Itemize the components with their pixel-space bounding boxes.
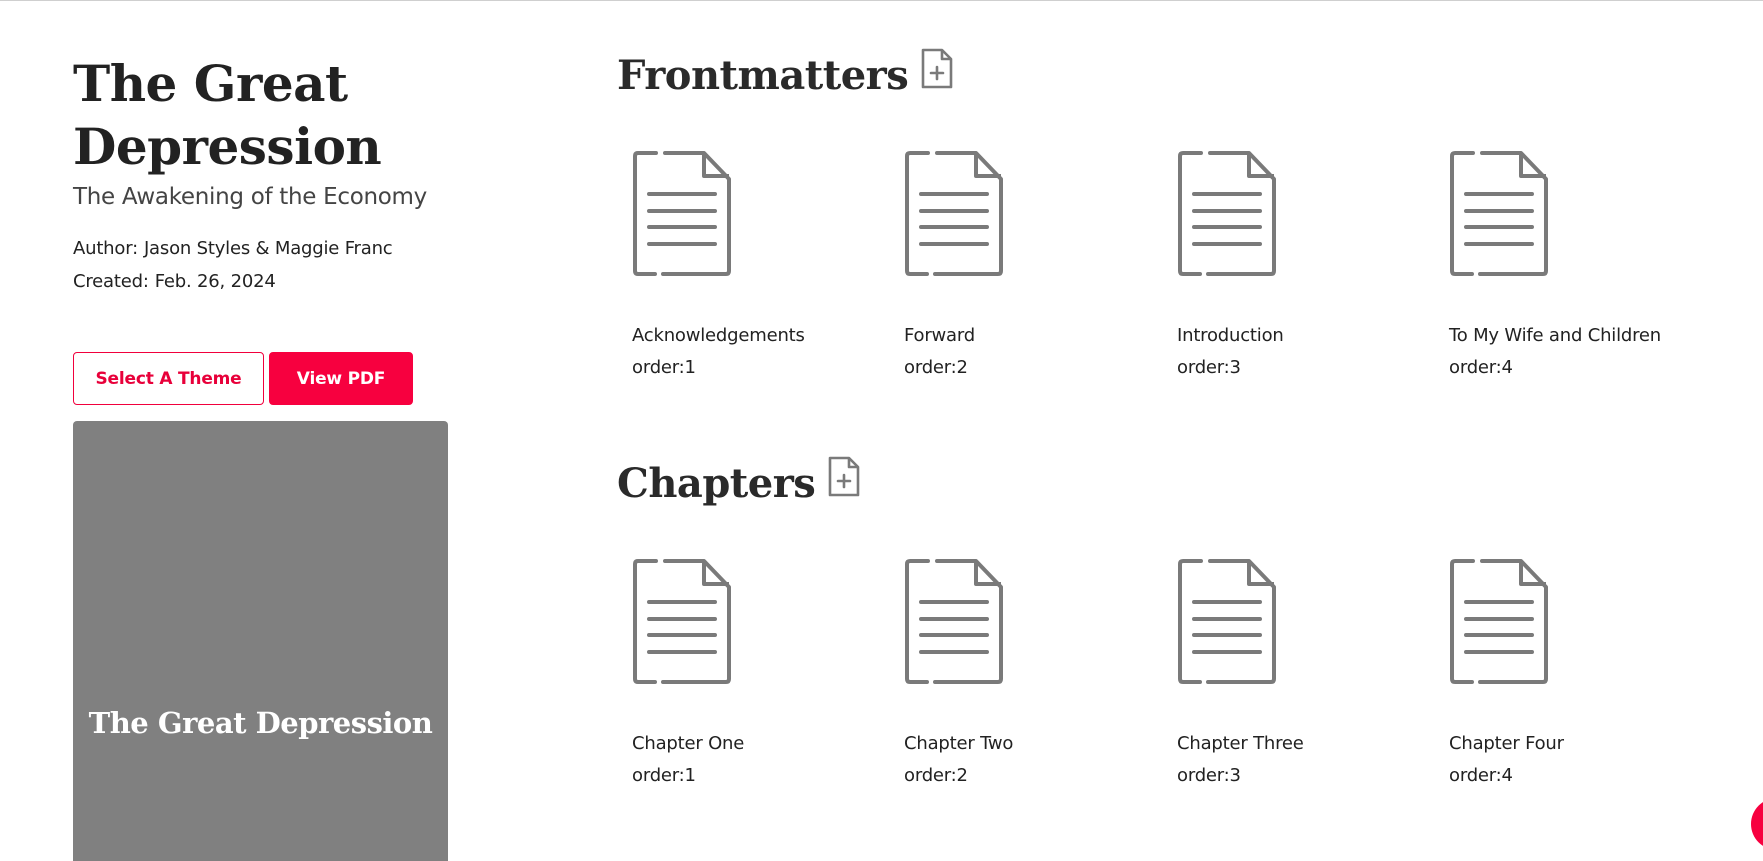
action-buttons: Select A Theme View PDF bbox=[73, 352, 413, 405]
frontmatter-item[interactable]: Forward order:2 bbox=[904, 150, 1154, 378]
item-name: Chapter Three bbox=[1177, 733, 1304, 754]
item-name: Introduction bbox=[1177, 325, 1284, 346]
document-icon bbox=[905, 559, 1003, 684]
item-name: Chapter Two bbox=[904, 733, 1014, 754]
item-order: order:1 bbox=[632, 357, 696, 378]
author-line: Author: Jason Styles & Maggie Franc bbox=[73, 232, 473, 265]
chapter-item[interactable]: Chapter Three order:3 bbox=[1177, 558, 1427, 786]
top-divider bbox=[0, 0, 1763, 1]
book-title: The Great Depression bbox=[73, 54, 382, 176]
select-theme-button[interactable]: Select A Theme bbox=[73, 352, 264, 405]
book-meta: Author: Jason Styles & Maggie Franc Creat… bbox=[73, 232, 473, 298]
item-name: Chapter Four bbox=[1449, 733, 1564, 754]
frontmatter-item[interactable]: Acknowledgements order:1 bbox=[632, 150, 882, 378]
item-name: Acknowledgements bbox=[632, 325, 805, 346]
floating-action-button[interactable] bbox=[1751, 798, 1763, 850]
item-order: order:4 bbox=[1449, 765, 1513, 786]
document-icon bbox=[633, 559, 731, 684]
item-order: order:1 bbox=[632, 765, 696, 786]
author-value: Jason Styles & Maggie Franc bbox=[143, 238, 393, 259]
book-subtitle: The Awakening of the Economy bbox=[73, 184, 427, 210]
frontmatters-title: Frontmatters bbox=[617, 52, 909, 99]
document-icon bbox=[905, 151, 1003, 276]
created-label: Created: bbox=[73, 271, 149, 292]
document-icon bbox=[633, 151, 731, 276]
chapters-title: Chapters bbox=[617, 460, 816, 507]
chapters-header: Chapters bbox=[617, 456, 861, 507]
created-line: Created: Feb. 26, 2024 bbox=[73, 265, 473, 298]
item-order: order:2 bbox=[904, 765, 968, 786]
chapters-section: Chapters Chapter One order:1 Chapter Two… bbox=[617, 456, 1564, 786]
document-icon bbox=[1178, 559, 1276, 684]
item-order: order:3 bbox=[1177, 357, 1241, 378]
item-order: order:3 bbox=[1177, 765, 1241, 786]
item-name: To My Wife and Children bbox=[1449, 325, 1661, 346]
author-label: Author: bbox=[73, 238, 138, 259]
frontmatter-item[interactable]: Introduction order:3 bbox=[1177, 150, 1427, 378]
frontmatters-header: Frontmatters bbox=[617, 48, 954, 99]
document-icon bbox=[1450, 559, 1548, 684]
item-order: order:4 bbox=[1449, 357, 1513, 378]
frontmatter-item[interactable]: To My Wife and Children order:4 bbox=[1449, 150, 1699, 378]
chapter-item[interactable]: Chapter One order:1 bbox=[632, 558, 882, 786]
item-name: Chapter One bbox=[632, 733, 745, 754]
document-icon bbox=[1450, 151, 1548, 276]
file-plus-icon[interactable] bbox=[920, 48, 954, 90]
item-name: Forward bbox=[904, 325, 975, 346]
cover-title: The Great Depression bbox=[88, 706, 433, 740]
chapter-item[interactable]: Chapter Four order:4 bbox=[1449, 558, 1699, 786]
file-plus-icon[interactable] bbox=[827, 456, 861, 498]
item-order: order:2 bbox=[904, 357, 968, 378]
chapter-item[interactable]: Chapter Two order:2 bbox=[904, 558, 1154, 786]
book-info-panel: The Great Depression The Awakening of th… bbox=[73, 52, 473, 298]
document-icon bbox=[1178, 151, 1276, 276]
book-cover-preview[interactable]: The Great Depression bbox=[73, 421, 448, 861]
created-value: Feb. 26, 2024 bbox=[154, 271, 276, 292]
view-pdf-button[interactable]: View PDF bbox=[269, 352, 413, 405]
frontmatters-section: Frontmatters Acknowledgements order:1 Fo… bbox=[617, 48, 1661, 378]
